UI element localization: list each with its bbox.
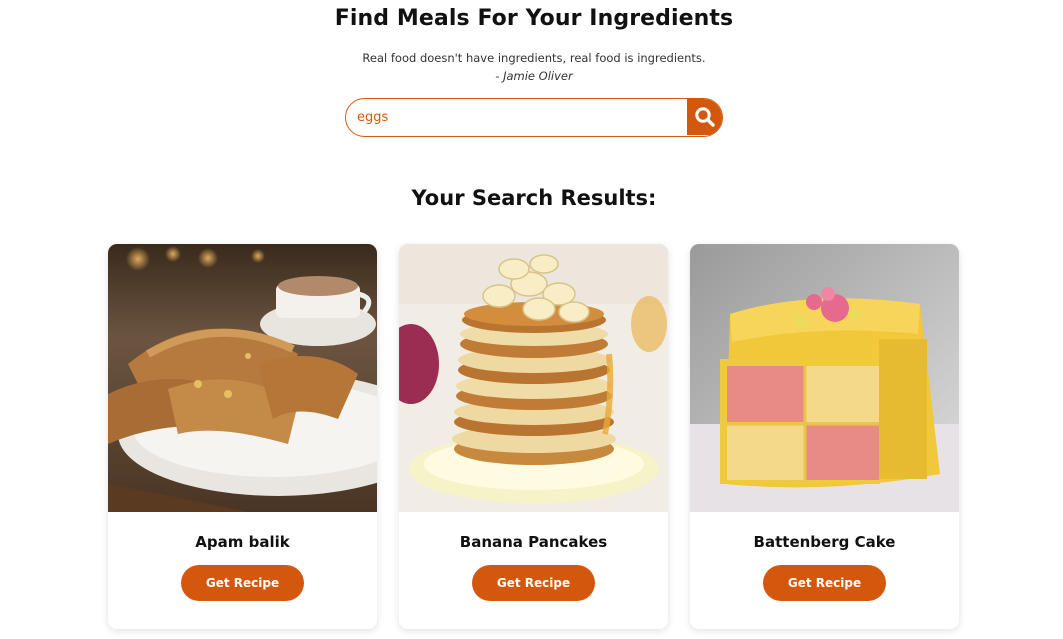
quote-text: Real food doesn't have ingredients, real… (362, 51, 706, 65)
search-icon (694, 107, 715, 127)
page-title: Find Meals For Your Ingredients (334, 6, 734, 31)
get-recipe-button[interactable]: Get Recipe (472, 565, 595, 601)
meal-card: Apam balik Get Recipe (108, 244, 377, 629)
search-input[interactable] (346, 99, 687, 135)
page: Find Meals For Your Ingredients Real foo… (0, 0, 1063, 639)
meal-name: Banana Pancakes (459, 533, 608, 551)
search-bar (345, 98, 723, 137)
meal-image-apam-balik (108, 244, 377, 512)
meal-name: Apam balik (195, 533, 290, 551)
search-button[interactable] (687, 99, 722, 135)
get-recipe-button[interactable]: Get Recipe (763, 565, 886, 601)
quote-author: - Jamie Oliver (495, 69, 573, 83)
meal-image-battenberg-cake (690, 244, 959, 512)
meal-name: Battenberg Cake (753, 533, 896, 551)
results-title: Your Search Results: (411, 186, 657, 210)
get-recipe-button[interactable]: Get Recipe (181, 565, 304, 601)
meal-image-banana-pancakes (399, 244, 668, 512)
meal-card: Banana Pancakes Get Recipe (399, 244, 668, 629)
meal-card: Battenberg Cake Get Recipe (690, 244, 959, 629)
